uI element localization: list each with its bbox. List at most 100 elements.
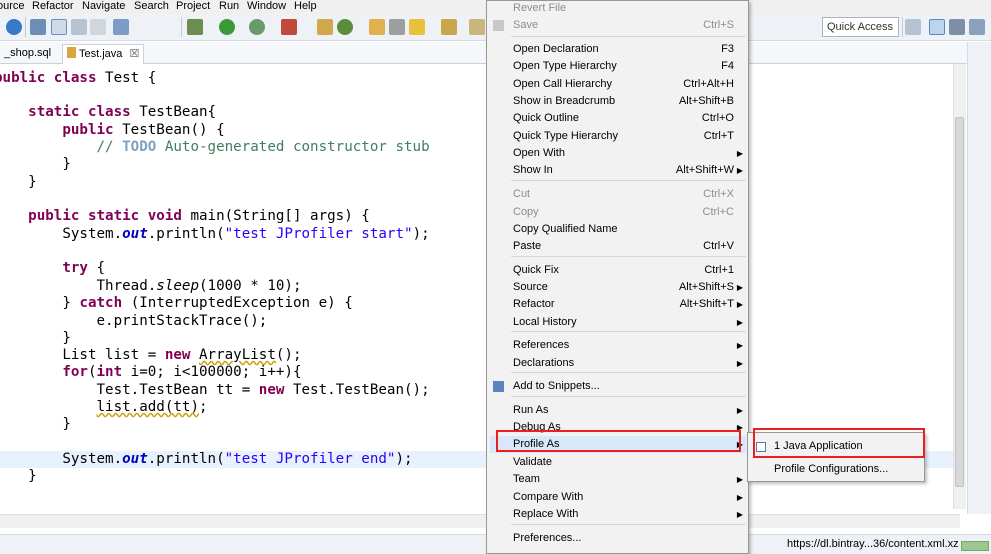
- code-token: for: [62, 364, 88, 380]
- submenu-profile-configurations[interactable]: Profile Configurations...: [749, 459, 923, 479]
- text-icon[interactable]: [90, 19, 106, 35]
- save-icon: [493, 20, 504, 31]
- menu-item-revert-file[interactable]: Revert File: [490, 0, 746, 17]
- code-token: Auto-generated constructor stub: [156, 139, 430, 155]
- callout-profile-as: [496, 430, 741, 452]
- select-icon[interactable]: [51, 19, 67, 35]
- menu-separator: [511, 396, 746, 397]
- menu-item-quick-type-hierarchy[interactable]: Quick Type Hierarchy Ctrl+T: [490, 128, 746, 145]
- menu-item-shortcut: Ctrl+C: [702, 206, 734, 218]
- menu-project[interactable]: Project: [176, 0, 210, 14]
- menu-item-validate[interactable]: Validate: [490, 454, 746, 471]
- menu-item-label: Open Declaration: [513, 43, 599, 55]
- menu-item-source[interactable]: Source Alt+Shift+S ▶: [490, 279, 746, 296]
- code-line: Thread.sleep(1000 * 10);: [0, 278, 302, 295]
- help-icon[interactable]: [6, 19, 22, 35]
- menu-item-label: Quick Fix: [513, 264, 559, 276]
- menu-window[interactable]: Window: [247, 0, 286, 14]
- menu-item-quick-outline[interactable]: Quick Outline Ctrl+O: [490, 110, 746, 127]
- menu-item-save[interactable]: Save Ctrl+S: [490, 17, 746, 34]
- menu-item-preferences[interactable]: Preferences...: [490, 530, 746, 547]
- menu-item-team[interactable]: Team ▶: [490, 471, 746, 488]
- status-progress-bar[interactable]: [961, 541, 989, 551]
- menu-item-open-with[interactable]: Open With ▶: [490, 145, 746, 162]
- perspective-icon[interactable]: [905, 19, 921, 35]
- menu-item-run-as[interactable]: Run As ▶: [490, 402, 746, 419]
- code-line: System.out.println("test JProfiler end")…: [0, 451, 413, 468]
- menu-item-local-history[interactable]: Local History ▶: [490, 314, 746, 331]
- menu-item-replace-with[interactable]: Replace With ▶: [490, 506, 746, 523]
- code-token: try: [62, 260, 88, 276]
- debug-perspective-icon[interactable]: [949, 19, 965, 35]
- open-type-icon[interactable]: [113, 19, 129, 35]
- close-icon[interactable]: ☒: [129, 48, 139, 60]
- menu-item-refactor[interactable]: Refactor Alt+Shift+T ▶: [490, 296, 746, 313]
- menu-separator: [511, 36, 746, 37]
- back-icon[interactable]: [469, 19, 485, 35]
- menu-item-quick-fix[interactable]: Quick Fix Ctrl+1: [490, 262, 746, 279]
- menu-item-label: References: [513, 339, 570, 351]
- menu-item-references[interactable]: References ▶: [490, 337, 746, 354]
- open-folder-icon[interactable]: [369, 19, 385, 35]
- code-token: (: [87, 364, 97, 380]
- horizontal-scrollbar[interactable]: [0, 514, 960, 528]
- menu-separator: [511, 524, 746, 525]
- new-class-icon[interactable]: [337, 19, 353, 35]
- menu-refactor[interactable]: Refactor: [32, 0, 74, 14]
- code-token: //: [96, 139, 123, 155]
- menu-item-cut[interactable]: Cut Ctrl+X: [490, 186, 746, 203]
- code-token: "test JProfiler end": [224, 451, 396, 467]
- menu-item-add-to-snippets[interactable]: Add to Snippets...: [490, 378, 746, 395]
- code-token: );: [395, 451, 413, 467]
- new-icon[interactable]: [30, 19, 46, 35]
- menu-item-declarations[interactable]: Declarations ▶: [490, 355, 746, 372]
- submenu-arrow-icon: ▶: [736, 149, 743, 158]
- build-icon[interactable]: [317, 19, 333, 35]
- java-perspective-icon[interactable]: [929, 19, 945, 35]
- tab-shop-sql[interactable]: _shop.sql: [0, 44, 55, 64]
- menu-item-open-declaration[interactable]: Open Declaration F3: [490, 41, 746, 58]
- menu-source[interactable]: ource: [0, 0, 25, 14]
- code-token: new: [164, 347, 191, 363]
- tab-test-java[interactable]: Test.java ☒: [62, 44, 145, 64]
- scrollbar-thumb[interactable]: [955, 117, 964, 487]
- menu-item-label: Save: [513, 19, 539, 31]
- menu-run[interactable]: Run: [219, 0, 239, 14]
- menu-item-compare-with[interactable]: Compare With ▶: [490, 489, 746, 506]
- run-icon[interactable]: [219, 19, 235, 35]
- marker-icon[interactable]: [409, 19, 425, 35]
- code-token: List list =: [62, 347, 165, 363]
- menu-item-label: Refactor: [513, 298, 555, 310]
- stop-icon[interactable]: [281, 19, 297, 35]
- submenu-arrow-icon: ▶: [736, 510, 743, 519]
- submenu-arrow-icon: ▶: [736, 283, 743, 292]
- menu-item-shortcut: Alt+Shift+S: [678, 281, 734, 293]
- git-perspective-icon[interactable]: [969, 19, 985, 35]
- code-token: new: [258, 382, 285, 398]
- menu-item-label: Source: [513, 281, 548, 293]
- menu-item-show-in-breadcrumb[interactable]: Show in Breadcrumb Alt+Shift+B: [490, 93, 746, 110]
- menu-navigate[interactable]: Navigate: [82, 0, 125, 14]
- menu-item-paste[interactable]: Paste Ctrl+V: [490, 238, 746, 255]
- search-icon[interactable]: [389, 19, 405, 35]
- menu-item-copy[interactable]: Copy Ctrl+C: [490, 204, 746, 221]
- menu-item-show-in[interactable]: Show In Alt+Shift+W ▶: [490, 162, 746, 179]
- quick-access-input[interactable]: Quick Access: [822, 17, 899, 37]
- menu-search[interactable]: Search: [134, 0, 169, 14]
- cursor-icon[interactable]: [71, 19, 87, 35]
- menu-item-copy-qualified-name[interactable]: Copy Qualified Name: [490, 221, 746, 238]
- menu-item-shortcut: F3: [721, 43, 734, 55]
- code-token: TestBean{: [130, 104, 217, 120]
- menu-item-open-type-hierarchy[interactable]: Open Type Hierarchy F4: [490, 58, 746, 75]
- next-annotation-icon[interactable]: [441, 19, 457, 35]
- menu-item-open-call-hierarchy[interactable]: Open Call Hierarchy Ctrl+Alt+H: [490, 76, 746, 93]
- debug-icon[interactable]: [187, 19, 203, 35]
- code-token: {: [87, 260, 106, 276]
- menu-help[interactable]: Help: [294, 0, 317, 14]
- code-token: "test JProfiler start": [224, 226, 413, 242]
- code-token: TestBean() {: [113, 122, 225, 138]
- submenu-arrow-icon: ▶: [736, 493, 743, 502]
- profile-icon[interactable]: [249, 19, 265, 35]
